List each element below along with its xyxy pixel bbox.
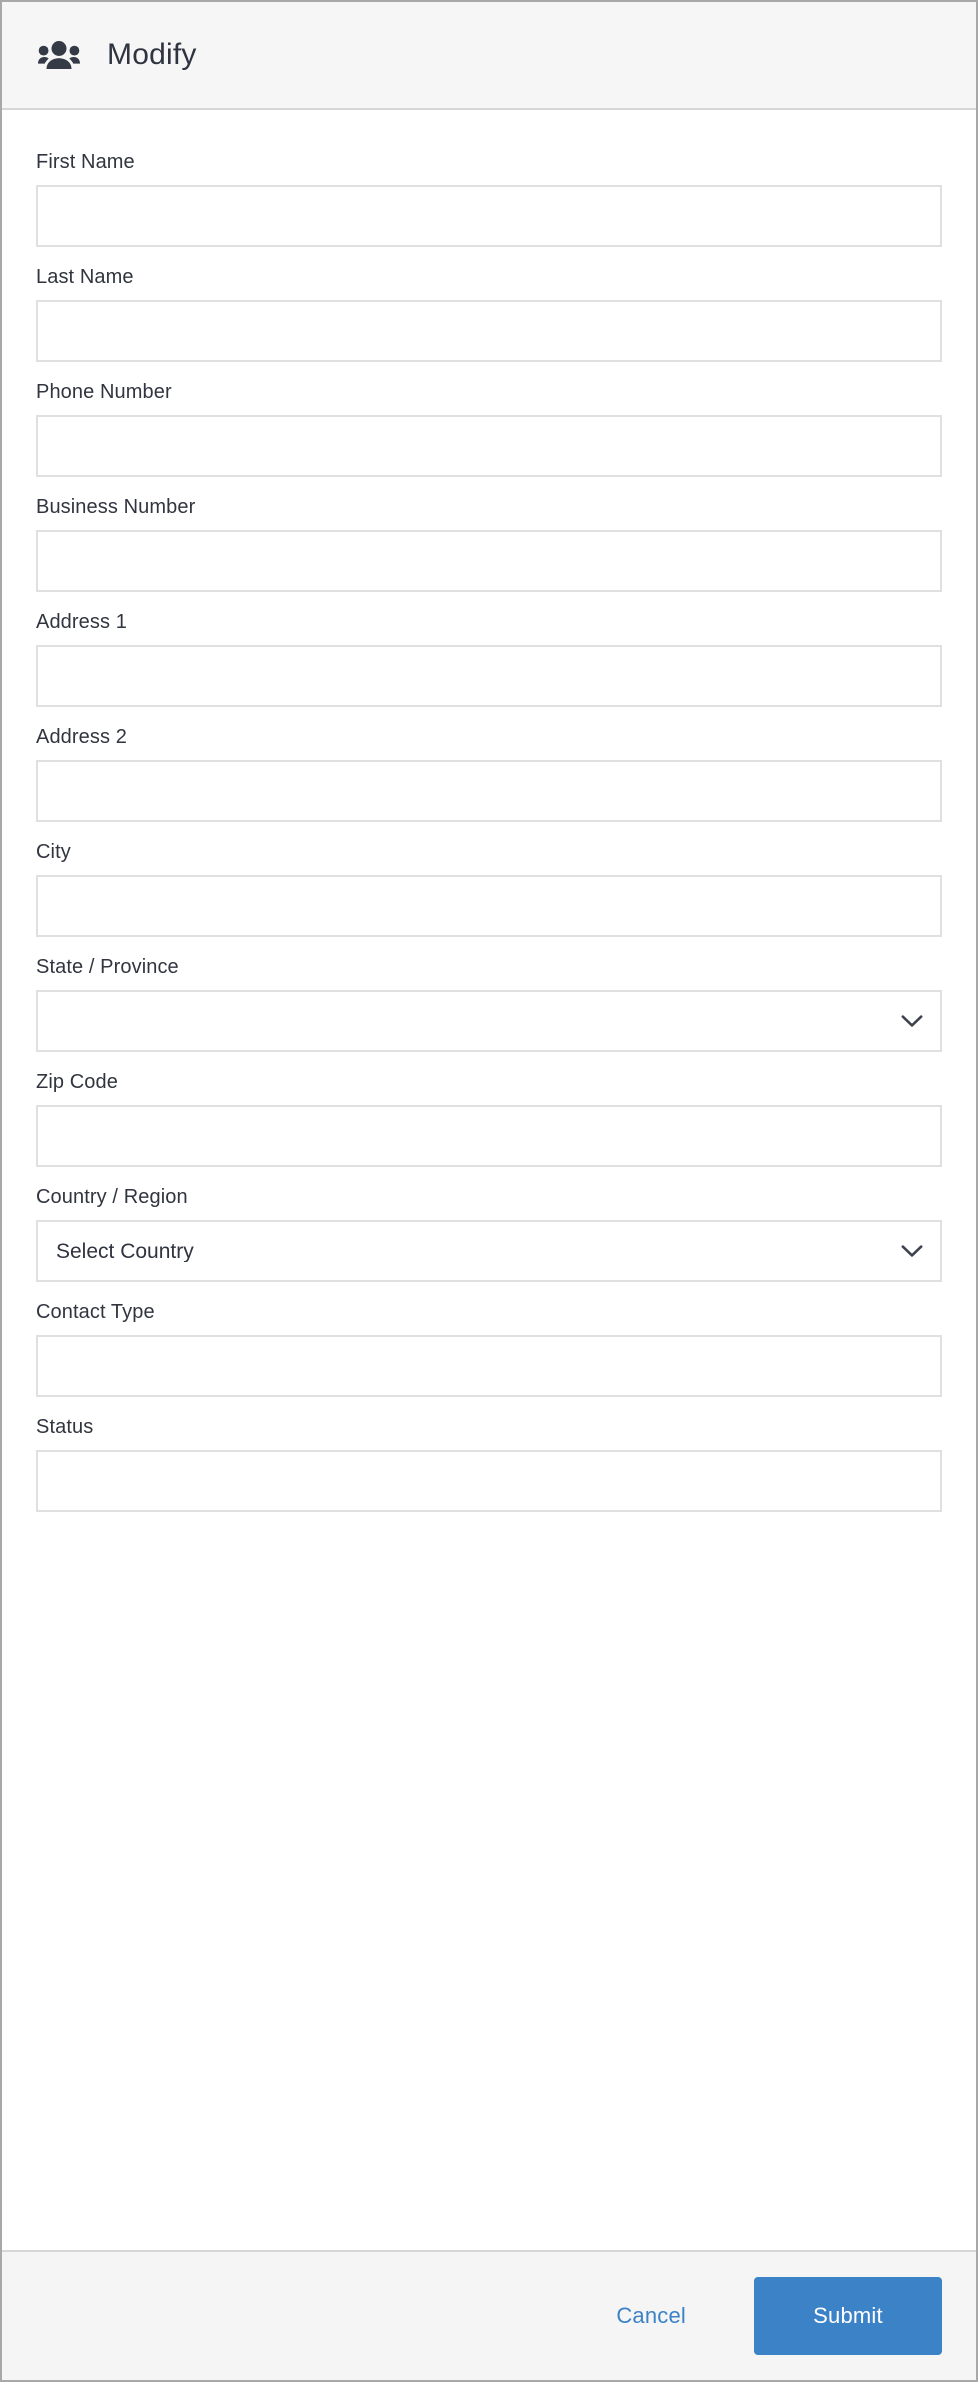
business-number-input[interactable]: [36, 530, 942, 592]
address-1-input[interactable]: [36, 645, 942, 707]
field-first-name: First Name: [36, 136, 942, 247]
field-label: Contact Type: [36, 1301, 155, 1323]
zip-code-input[interactable]: [36, 1105, 942, 1167]
field-label: Zip Code: [36, 1071, 118, 1093]
address-2-input[interactable]: [36, 760, 942, 822]
field-label: First Name: [36, 151, 135, 173]
dialog-footer: Cancel Submit: [2, 2250, 976, 2380]
field-country-region: Country / Region Select Country: [36, 1171, 942, 1282]
field-zip-code: Zip Code: [36, 1056, 942, 1167]
field-contact-type: Contact Type: [36, 1286, 942, 1397]
last-name-input[interactable]: [36, 300, 942, 362]
field-business-number: Business Number: [36, 481, 942, 592]
contact-form: First Name Last Name Phone Number Busine…: [2, 110, 976, 2250]
state-province-select[interactable]: [36, 990, 942, 1052]
city-input[interactable]: [36, 875, 942, 937]
field-label: Last Name: [36, 266, 134, 288]
field-address-2: Address 2: [36, 711, 942, 822]
field-label: State / Province: [36, 956, 179, 978]
field-label: Address 2: [36, 726, 127, 748]
field-label: City: [36, 841, 71, 863]
chevron-down-icon: [900, 1009, 924, 1033]
field-phone-number: Phone Number: [36, 366, 942, 477]
field-state-province: State / Province: [36, 941, 942, 1052]
status-input[interactable]: [36, 1450, 942, 1512]
field-value: Select Country: [56, 1240, 194, 1262]
field-label: Country / Region: [36, 1186, 188, 1208]
field-city: City: [36, 826, 942, 937]
people-group-icon: [36, 32, 82, 78]
page-title: Modify: [107, 38, 197, 71]
chevron-down-icon: [900, 1239, 924, 1263]
field-label: Business Number: [36, 496, 196, 518]
submit-button[interactable]: Submit: [754, 2277, 942, 2355]
phone-number-input[interactable]: [36, 415, 942, 477]
contact-type-input[interactable]: [36, 1335, 942, 1397]
dialog-header: Modify: [2, 2, 976, 110]
cancel-button[interactable]: Cancel: [598, 2293, 704, 2339]
field-label: Address 1: [36, 611, 127, 633]
field-label: Phone Number: [36, 381, 172, 403]
first-name-input[interactable]: [36, 185, 942, 247]
field-label: Status: [36, 1416, 94, 1438]
field-address-1: Address 1: [36, 596, 942, 707]
modify-contact-dialog: Modify First Name Last Name Phone Number…: [0, 0, 978, 2382]
field-last-name: Last Name: [36, 251, 942, 362]
field-status: Status: [36, 1401, 942, 1512]
country-region-select[interactable]: Select Country: [36, 1220, 942, 1282]
